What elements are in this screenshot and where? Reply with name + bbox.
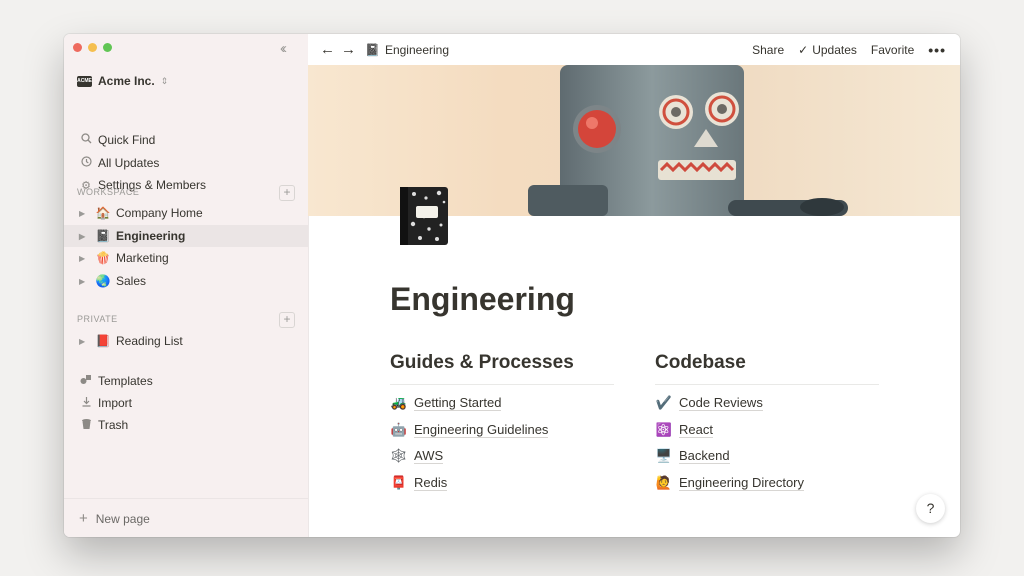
traffic-lights (73, 43, 112, 52)
page-link-engineering-directory[interactable]: 🙋 Engineering Directory (655, 474, 879, 492)
page-link-label: Engineering Directory (679, 475, 805, 492)
new-page-button[interactable]: + New page (64, 498, 308, 537)
sidebar-item-engineering[interactable]: ▶ 📓 Engineering (64, 225, 308, 247)
app-window: ‹‹ ACME Acme Inc. ⇕ Quick Find All Updat… (64, 34, 960, 537)
page-link-label: Code Reviews (679, 394, 763, 411)
page-link-react[interactable]: ⚛️ React (655, 421, 879, 439)
tractor-icon: 🚜 (390, 394, 408, 410)
import-icon (79, 396, 93, 410)
composition-notebook-icon (400, 187, 448, 245)
person-raising-hand-icon: 🙋 (655, 475, 673, 491)
private-section-label: PRIVATE (77, 314, 118, 324)
codebase-column: Codebase ✔️ Code Reviews ⚛️ React 🖥️ Bac… (655, 352, 879, 492)
page-title[interactable]: Engineering (390, 281, 575, 318)
sidebar-item-label: Trash (98, 418, 129, 432)
breadcrumb[interactable]: Engineering (385, 43, 449, 57)
page-link-engineering-guidelines[interactable]: 🤖 Engineering Guidelines (390, 421, 614, 439)
sidebar-item-templates[interactable]: Templates (64, 370, 308, 392)
sidebar-item-trash[interactable]: Trash (64, 414, 308, 436)
expand-triangle-icon[interactable]: ▶ (79, 254, 89, 263)
sidebar-item-label: Import (98, 396, 133, 410)
trash-icon (79, 418, 93, 433)
house-icon: 🏠 (95, 206, 111, 220)
sidebar-item-label: Marketing (116, 251, 169, 265)
expand-triangle-icon[interactable]: ▶ (79, 277, 89, 286)
notebook-icon: 📓 (95, 229, 111, 243)
page-link-aws[interactable]: 🕸️ AWS (390, 447, 614, 465)
atom-icon: ⚛️ (655, 421, 673, 437)
page-link-label: Backend (679, 448, 730, 465)
page-link-backend[interactable]: 🖥️ Backend (655, 447, 879, 465)
workspace-switcher[interactable]: ACME Acme Inc. ⇕ (77, 72, 168, 90)
clock-icon (79, 156, 93, 170)
chevron-updown-icon: ⇕ (160, 75, 169, 86)
forward-arrow-icon[interactable]: → (341, 41, 356, 58)
page-icon-notebook[interactable] (396, 184, 452, 253)
check-icon: ✓ (798, 42, 809, 57)
expand-triangle-icon[interactable]: ▶ (79, 337, 89, 346)
expand-triangle-icon[interactable]: ▶ (79, 209, 89, 218)
postbox-icon: 📮 (390, 475, 408, 491)
popcorn-icon: 🍿 (95, 251, 111, 265)
workspace-name: Acme Inc. (98, 74, 155, 88)
guides-column: Guides & Processes 🚜 Getting Started 🤖 E… (390, 352, 614, 492)
workspace-logo: ACME (77, 75, 92, 87)
robot-icon: 🤖 (390, 421, 408, 437)
updates-button[interactable]: Updates (812, 43, 857, 57)
page-link-code-reviews[interactable]: ✔️ Code Reviews (655, 394, 879, 412)
page-link-label: Redis (414, 475, 448, 492)
sidebar-item-reading-list[interactable]: ▶ 📕 Reading List (64, 330, 308, 352)
templates-icon (79, 374, 93, 388)
red-book-icon: 📕 (95, 334, 111, 348)
sidebar-item-quick-find[interactable]: Quick Find (64, 129, 308, 151)
sidebar-item-marketing[interactable]: ▶ 🍿 Marketing (64, 247, 308, 269)
search-icon (79, 133, 93, 147)
column-heading[interactable]: Guides & Processes (390, 352, 614, 385)
page-link-getting-started[interactable]: 🚜 Getting Started (390, 394, 614, 412)
plus-icon: + (79, 510, 88, 527)
sidebar-item-label: Reading List (116, 334, 183, 348)
add-private-page-button[interactable]: + (279, 312, 295, 328)
sidebar-item-import[interactable]: Import (64, 392, 308, 414)
topbar: ← → 📓 Engineering Share ✓ Updates Favori… (308, 34, 960, 65)
minimize-window-button[interactable] (88, 43, 97, 52)
sidebar-item-label: Templates (98, 374, 153, 388)
topbar-actions: Share ✓ Updates Favorite ••• (752, 42, 946, 58)
double-chevron-left-icon[interactable]: ‹‹ (280, 40, 287, 57)
new-page-label: New page (95, 511, 150, 526)
check-mark-icon: ✔️ (655, 394, 673, 410)
notebook-icon: 📓 (365, 42, 380, 57)
sidebar-item-label: All Updates (98, 156, 160, 170)
sidebar: ‹‹ ACME Acme Inc. ⇕ Quick Find All Updat… (64, 34, 309, 537)
sidebar-item-all-updates[interactable]: All Updates (64, 152, 308, 174)
spider-web-icon: 🕸️ (390, 448, 408, 464)
back-arrow-icon[interactable]: ← (320, 41, 335, 58)
share-button[interactable]: Share (752, 43, 784, 57)
sidebar-item-company-home[interactable]: ▶ 🏠 Company Home (64, 202, 308, 224)
sidebar-item-label: Quick Find (98, 133, 156, 147)
page-link-label: AWS (414, 448, 444, 465)
close-window-button[interactable] (73, 43, 82, 52)
sidebar-item-label: Company Home (116, 206, 203, 220)
help-button[interactable]: ? (916, 494, 945, 523)
maximize-window-button[interactable] (103, 43, 112, 52)
favorite-button[interactable]: Favorite (871, 43, 914, 57)
page-link-label: Engineering Guidelines (414, 421, 549, 438)
sidebar-item-label: Sales (116, 274, 147, 288)
sidebar-item-sales[interactable]: ▶ 🌏 Sales (64, 270, 308, 292)
more-options-button[interactable]: ••• (928, 42, 946, 58)
column-heading[interactable]: Codebase (655, 352, 879, 385)
page-link-label: React (679, 421, 713, 438)
page-link-redis[interactable]: 📮 Redis (390, 474, 614, 492)
desktop-computer-icon: 🖥️ (655, 448, 673, 464)
page-link-label: Getting Started (414, 394, 502, 411)
globe-icon: 🌏 (95, 274, 111, 288)
sidebar-item-label: Engineering (116, 229, 186, 243)
expand-triangle-icon[interactable]: ▶ (79, 232, 89, 241)
workspace-section-label: WORKSPACE (77, 187, 140, 197)
add-workspace-page-button[interactable]: + (279, 185, 295, 201)
